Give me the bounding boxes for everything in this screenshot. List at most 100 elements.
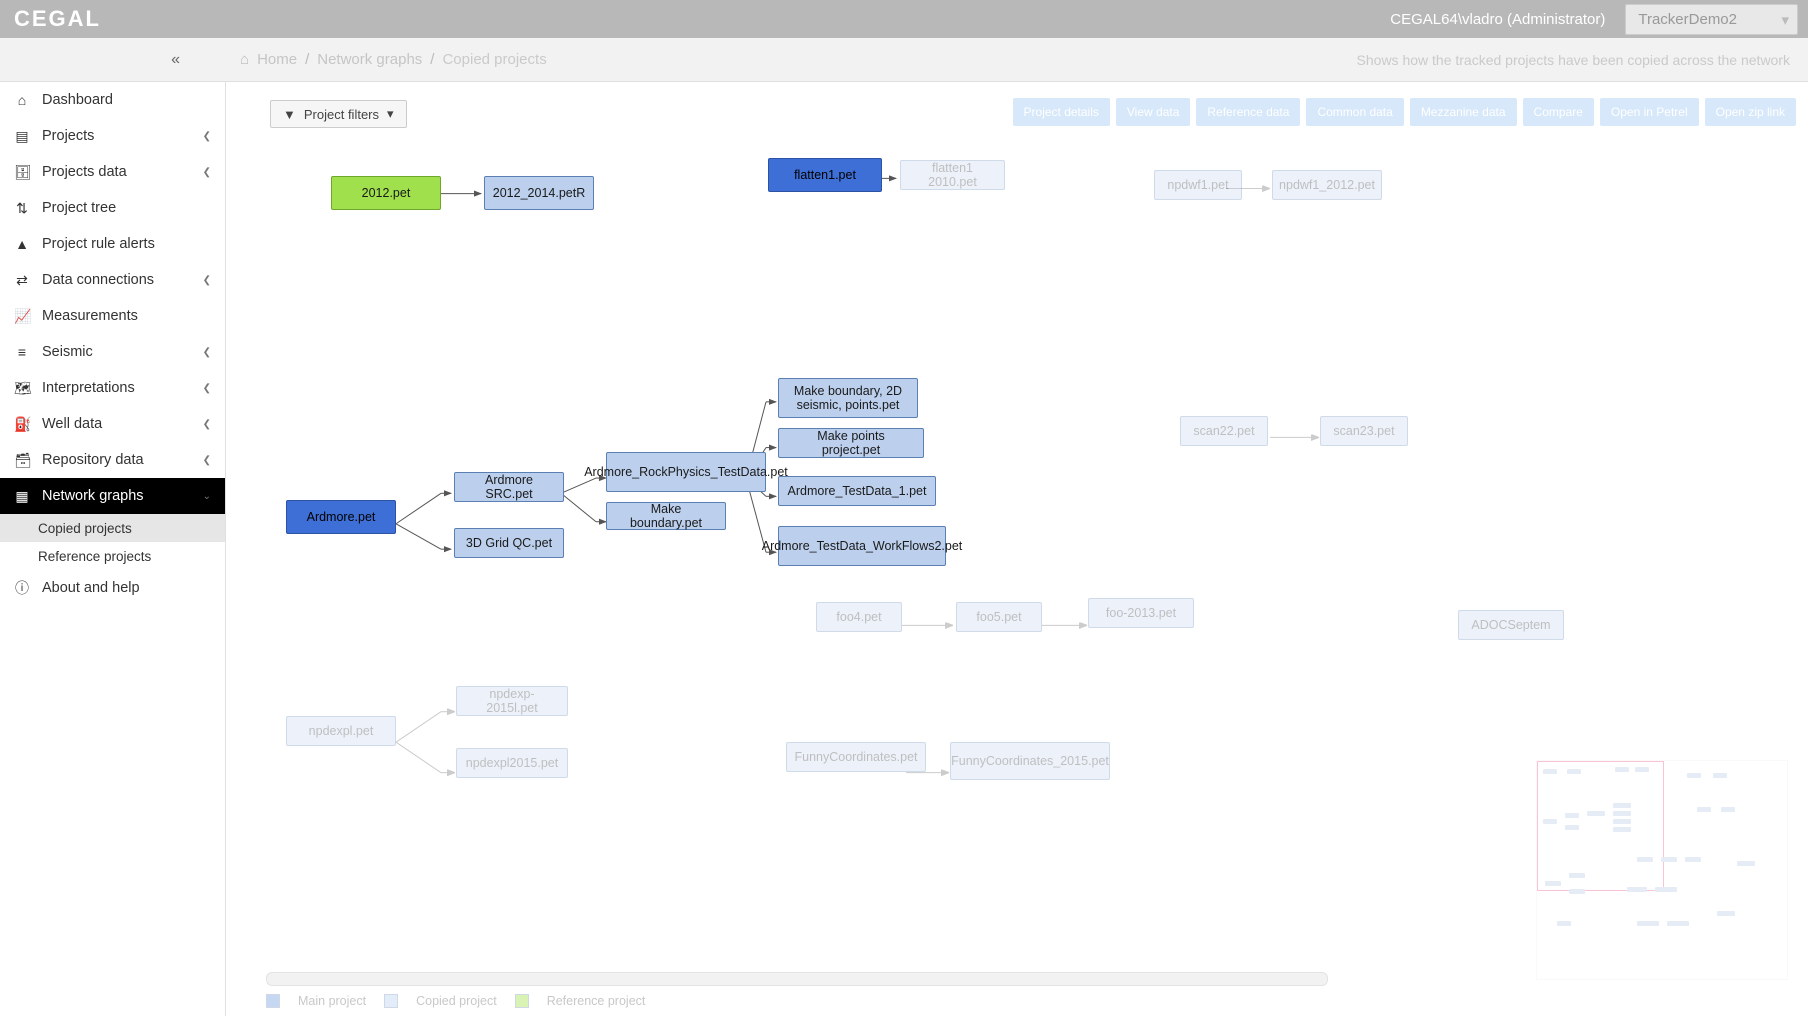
open-zip-button[interactable]: Open zip link: [1705, 98, 1796, 126]
legend-label: Copied project: [416, 994, 497, 1008]
reference-data-button[interactable]: Reference data: [1196, 98, 1300, 126]
common-data-button[interactable]: Common data: [1306, 98, 1403, 126]
graph-node[interactable]: scan23.pet: [1320, 416, 1408, 446]
legend: Main project Copied project Reference pr…: [266, 994, 645, 1008]
sidebar-item-about[interactable]: ⓘ About and help: [0, 570, 225, 606]
sidebar-item-dashboard[interactable]: ⌂ Dashboard: [0, 82, 225, 118]
sidebar-item-label: Project tree: [42, 200, 116, 216]
legend-swatch-ref: [515, 994, 529, 1008]
sidebar-item-label: Data connections: [42, 272, 154, 288]
well-icon: ⛽: [14, 416, 30, 433]
graph-node[interactable]: npdexp-2015l.pet: [456, 686, 568, 716]
sidebar-item-label: Interpretations: [42, 380, 135, 396]
graph-node[interactable]: FunnyCoordinates.pet: [786, 742, 926, 772]
user-label: CEGAL64\vladro (Administrator): [1390, 11, 1605, 28]
chevron-icon: ❮: [203, 347, 211, 358]
sidebar-item-measurements[interactable]: 📈 Measurements: [0, 298, 225, 334]
home-icon: ⌂: [240, 51, 249, 68]
graph-node[interactable]: flatten1.pet: [768, 158, 882, 192]
sidebar-item-label: Dashboard: [42, 92, 113, 108]
graph-node[interactable]: npdwf1_2012.pet: [1272, 170, 1382, 200]
open-petrel-button[interactable]: Open in Petrel: [1600, 98, 1699, 126]
home-icon: ⌂: [14, 92, 30, 108]
mezzanine-data-button[interactable]: Mezzanine data: [1410, 98, 1517, 126]
graph-node[interactable]: Ardmore.pet: [286, 500, 396, 534]
sidebar-collapse-button[interactable]: «: [0, 51, 200, 69]
graph-node[interactable]: Make boundary, 2D seismic, points.pet: [778, 378, 918, 418]
sidebar-item-well-data[interactable]: ⛽ Well data ❮: [0, 406, 225, 442]
graph-node[interactable]: Ardmore_RockPhysics_TestData.pet: [606, 452, 766, 492]
minimap[interactable]: [1536, 760, 1788, 980]
horizontal-scrollbar[interactable]: [266, 972, 1328, 986]
graph-node[interactable]: Ardmore_TestData_WorkFlows2.pet: [778, 526, 946, 566]
sidebar-item-label: Well data: [42, 416, 102, 432]
crumb-current: Copied projects: [442, 51, 546, 68]
filter-label: Project filters: [304, 107, 379, 122]
sidebar-item-projects-data[interactable]: 🗄Projects data❮: [0, 154, 225, 190]
sidebar-item-label: Project rule alerts: [42, 236, 155, 252]
sidebar-item-project-tree[interactable]: ⇅Project tree: [0, 190, 225, 226]
alert-icon: ▲: [14, 236, 30, 252]
chevron-icon: ❮: [203, 419, 211, 430]
project-details-button[interactable]: Project details: [1013, 98, 1110, 126]
brand-logo: CEGAL: [14, 6, 101, 32]
sidebar-item-label: Projects data: [42, 164, 127, 180]
compare-button[interactable]: Compare: [1523, 98, 1594, 126]
info-icon: ⓘ: [14, 578, 30, 598]
filter-icon: ▼: [283, 107, 296, 122]
graph-icon: ▦: [14, 488, 30, 505]
projects-icon: ▤: [14, 128, 30, 145]
crumb-home[interactable]: Home: [257, 51, 297, 68]
graph-node[interactable]: 3D Grid QC.pet: [454, 528, 564, 558]
chevron-icon: ❮: [203, 131, 211, 142]
sidebar-item-data-connections[interactable]: ⇄Data connections❮: [0, 262, 225, 298]
sidebar-item-rule-alerts[interactable]: ▲ Project rule alerts: [0, 226, 225, 262]
sidebar-item-network-graphs[interactable]: ▦ Network graphs ⌄: [0, 478, 225, 514]
sidebar-item-label: Repository data: [42, 452, 144, 468]
sidebar-item-seismic[interactable]: ≡ Seismic ❮: [0, 334, 225, 370]
minimap-viewport[interactable]: [1537, 761, 1664, 891]
sidebar-item-label: About and help: [42, 580, 140, 596]
graph-node[interactable]: Make boundary.pet: [606, 502, 726, 530]
page-hint: Shows how the tracked projects have been…: [1357, 52, 1790, 68]
sidebar-item-interpretations[interactable]: 🗺Interpretations❮: [0, 370, 225, 406]
legend-swatch-main: [266, 994, 280, 1008]
graph-node[interactable]: 2012.pet: [331, 176, 441, 210]
seismic-icon: ≡: [14, 344, 30, 360]
caret-down-icon: ▾: [387, 106, 394, 122]
sidebar-item-projects[interactable]: ▤Projects❮: [0, 118, 225, 154]
graph-node[interactable]: npdexpl.pet: [286, 716, 396, 746]
top-bar: CEGAL CEGAL64\vladro (Administrator) Tra…: [0, 0, 1808, 38]
graph-node[interactable]: FunnyCoordinates_2015.pet: [950, 742, 1110, 780]
sidebar-sub-copied-projects[interactable]: Copied projects: [0, 514, 225, 542]
graph-node[interactable]: flatten1 2010.pet: [900, 160, 1005, 190]
graph-node[interactable]: Make points project.pet: [778, 428, 924, 458]
graph-node[interactable]: foo-2013.pet: [1088, 598, 1194, 628]
map-icon: 🗺: [14, 380, 30, 397]
graph-node[interactable]: npdexpl2015.pet: [456, 748, 568, 778]
graph-node[interactable]: Ardmore SRC.pet: [454, 472, 564, 502]
breadcrumb-row: « ⌂ Home / Network graphs / Copied proje…: [0, 38, 1808, 82]
crumb-section[interactable]: Network graphs: [317, 51, 422, 68]
workspace-select[interactable]: TrackerDemo2: [1625, 4, 1798, 35]
sidebar-item-label: Seismic: [42, 344, 93, 360]
chart-icon: 📈: [14, 308, 30, 325]
graph-node[interactable]: foo4.pet: [816, 602, 902, 632]
graph-node[interactable]: scan22.pet: [1180, 416, 1268, 446]
graph-node[interactable]: ADOCSeptem: [1458, 610, 1564, 640]
sidebar-item-repository-data[interactable]: 🗃Repository data❮: [0, 442, 225, 478]
breadcrumb: ⌂ Home / Network graphs / Copied project…: [240, 51, 547, 68]
legend-label: Main project: [298, 994, 366, 1008]
sidebar: ⌂ Dashboard ▤Projects❮ 🗄 Projects data ❮ ⇅P…: [0, 82, 226, 1016]
graph-node[interactable]: 2012_2014.petR: [484, 176, 594, 210]
graph-node[interactable]: foo5.pet: [956, 602, 1042, 632]
view-data-button[interactable]: View data: [1116, 98, 1190, 126]
graph-node[interactable]: Ardmore_TestData_1.pet: [778, 476, 936, 506]
project-filters-button[interactable]: ▼ Project filters ▾: [270, 100, 407, 128]
data-icon: 🗄: [14, 164, 30, 181]
sidebar-item-label: Measurements: [42, 308, 138, 324]
graph-node[interactable]: npdwf1.pet: [1154, 170, 1242, 200]
sidebar-sub-reference-projects[interactable]: Reference projects: [0, 542, 225, 570]
sidebar-item-label: Network graphs: [42, 488, 144, 504]
chevron-down-icon: ⌄: [203, 491, 211, 502]
